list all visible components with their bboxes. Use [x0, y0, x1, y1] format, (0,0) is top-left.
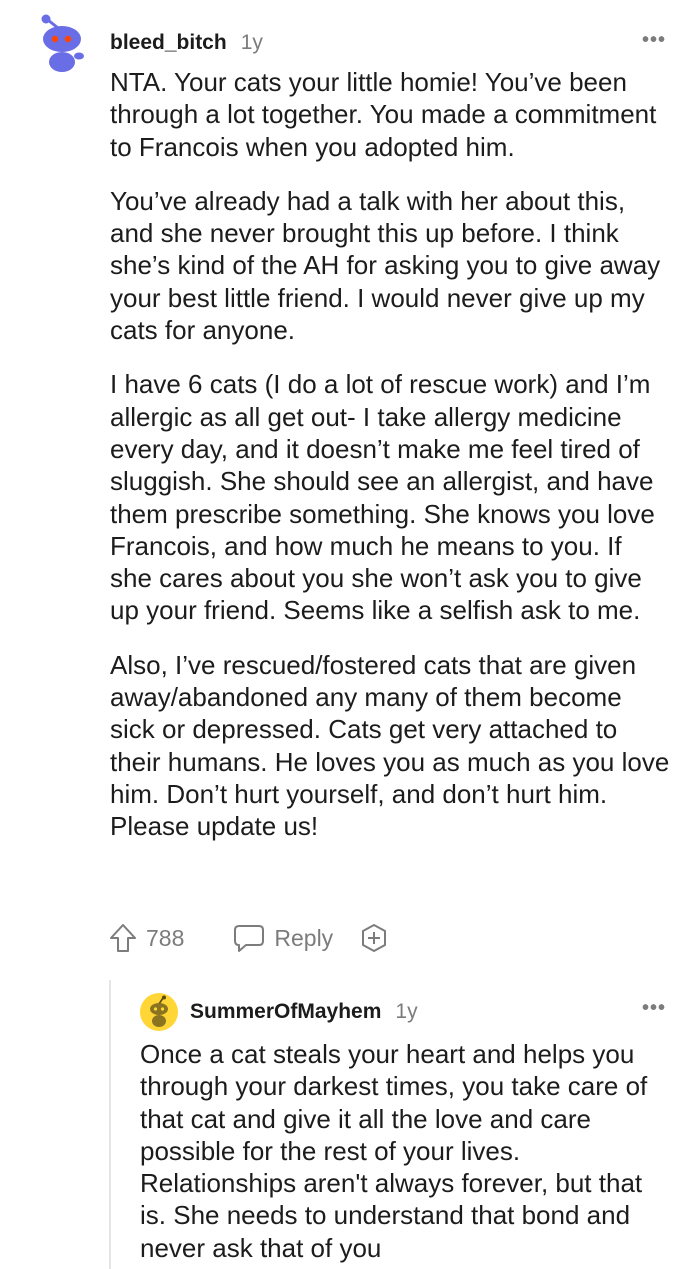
- reply-paragraph: Once a cat steals your heart and helps y…: [140, 1039, 648, 1263]
- speech-bubble-icon: [234, 925, 265, 952]
- award-button[interactable]: [359, 923, 389, 953]
- reply-body: Once a cat steals your heart and helps y…: [140, 1038, 670, 1264]
- more-options-icon[interactable]: •••: [636, 28, 672, 52]
- comment-paragraph: I have 6 cats (I do a lot of rescue work…: [110, 369, 655, 626]
- upvote-arrow-icon[interactable]: [108, 922, 138, 954]
- upvote-count: 788: [146, 924, 185, 951]
- comment-paragraph: You’ve already had a talk with her about…: [110, 185, 661, 346]
- reply-label: Reply: [274, 924, 334, 951]
- upvote-button[interactable]: 788: [108, 922, 184, 954]
- snoo-avatar-icon[interactable]: [36, 14, 86, 72]
- reply-username[interactable]: SummerOfMayhem: [190, 1000, 381, 1024]
- comment-body: NTA. Your cats your little homie! You’ve…: [110, 66, 670, 865]
- comment-paragraph: NTA. Your cats your little homie! You’ve…: [110, 67, 657, 162]
- thread-line[interactable]: [109, 980, 111, 1269]
- reply-meta: SummerOfMayhem 1y: [190, 998, 418, 1026]
- comment-thread: bleed_bitch 1y ••• NTA. Your cats your l…: [0, 0, 700, 1269]
- username[interactable]: bleed_bitch: [110, 31, 227, 55]
- comment-meta: bleed_bitch 1y: [110, 28, 263, 58]
- more-options-icon[interactable]: •••: [636, 996, 672, 1020]
- comment-paragraph: Also, I’ve rescued/fostered cats that ar…: [110, 649, 670, 842]
- yellow-snoo-avatar-icon[interactable]: [140, 993, 178, 1031]
- plus-circle-icon: [362, 924, 387, 952]
- comment-actions: 788 Reply: [108, 918, 389, 958]
- reply-age: 1y: [395, 1000, 418, 1023]
- reply-button[interactable]: Reply: [232, 923, 333, 953]
- comment-age: 1y: [240, 31, 263, 54]
